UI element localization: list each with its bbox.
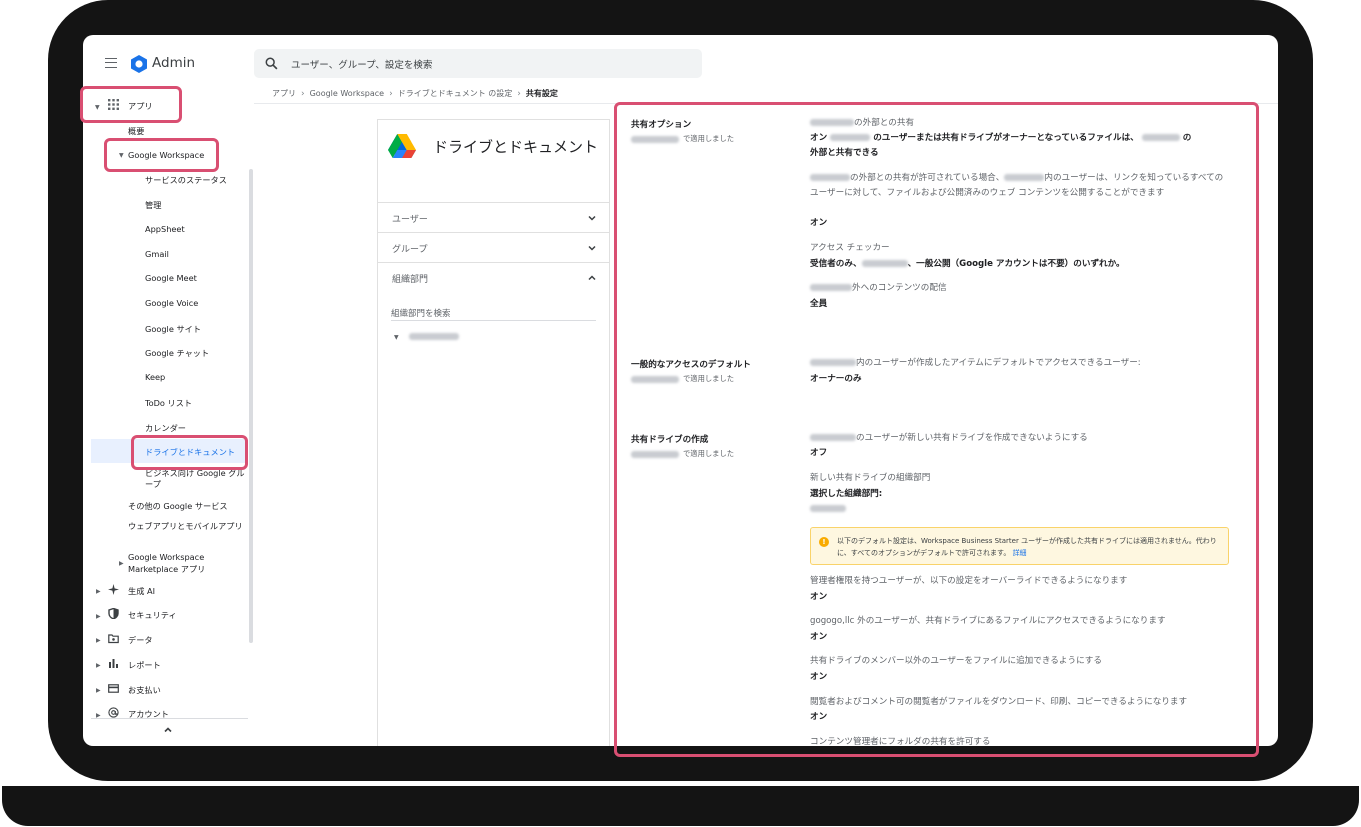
search-input[interactable]: ユーザー、グループ、設定を検索 (254, 49, 702, 78)
breadcrumb-separator-icon: › (301, 88, 305, 99)
sidebar-item-todo[interactable]: ToDo リスト (145, 397, 192, 409)
caret-right-icon[interactable]: ▶ (96, 687, 101, 694)
redacted-org-name[interactable] (409, 333, 459, 340)
sidebar-item-billing[interactable]: お支払い (128, 684, 161, 696)
app-title: Admin (152, 55, 196, 71)
highlight-drive-docs (131, 435, 248, 470)
sidebar-item-other-services[interactable]: その他の Google サービス (128, 500, 228, 512)
sidebar-item-gmail[interactable]: Gmail (145, 249, 169, 259)
breadcrumb-current: 共有設定 (525, 89, 558, 98)
breadcrumb-separator-icon: › (517, 88, 521, 99)
panel-row-groups[interactable]: グループ (378, 232, 609, 262)
sidebar-item-data[interactable]: データ (128, 634, 153, 646)
caret-right-icon[interactable]: ▶ (119, 560, 124, 567)
panel-row-groups-label: グループ (392, 245, 428, 255)
sidebar-item-overview[interactable]: 概要 (128, 125, 144, 137)
google-drive-logo-icon (388, 134, 416, 158)
caret-right-icon[interactable]: ▶ (96, 637, 101, 644)
caret-right-icon[interactable]: ▶ (96, 588, 101, 595)
chevron-up-icon (588, 275, 596, 281)
chevron-down-icon (588, 215, 596, 221)
breadcrumb: アプリ › Google Workspace › ドライブとドキュメント の設定… (272, 88, 558, 99)
sidebar-bottom-divider (91, 718, 248, 719)
caret-right-icon[interactable]: ▶ (96, 613, 101, 620)
search-icon (265, 57, 278, 70)
sidebar-scrollbar[interactable] (249, 169, 253, 643)
at-sign-icon (108, 707, 119, 718)
drive-panel-title: ドライブとドキュメント (433, 138, 599, 156)
highlight-apps (80, 86, 182, 123)
sidebar-item-calendar[interactable]: カレンダー (145, 422, 186, 434)
caret-right-icon[interactable]: ▶ (96, 662, 101, 669)
highlight-sharing-settings (614, 102, 1259, 757)
shield-icon (108, 608, 119, 619)
bar-chart-icon (109, 659, 118, 668)
sidebar-item-business-groups[interactable]: ビジネス向け Google グループ (145, 468, 245, 490)
sidebar-item-appsheet[interactable]: AppSheet (145, 224, 185, 234)
search-placeholder: ユーザー、グループ、設定を検索 (291, 60, 433, 71)
sidebar-item-management[interactable]: 管理 (145, 199, 161, 211)
sidebar-item-google-voice[interactable]: Google Voice (145, 298, 198, 308)
sidebar-item-google-meet[interactable]: Google Meet (145, 273, 197, 283)
breadcrumb-apps[interactable]: アプリ (272, 88, 296, 99)
laptop-base (2, 786, 1359, 826)
highlight-google-workspace (104, 138, 219, 172)
sidebar-item-web-mobile-apps[interactable]: ウェブアプリとモバイルアプリ (128, 520, 243, 532)
chevron-up-icon[interactable] (163, 725, 173, 735)
panel-row-users[interactable]: ユーザー (378, 202, 609, 232)
sidebar-item-google-chat[interactable]: Google チャット (145, 347, 209, 359)
caret-down-icon[interactable]: ▼ (394, 334, 399, 341)
panel-row-users-label: ユーザー (392, 215, 428, 225)
sidebar-item-reports[interactable]: レポート (128, 659, 161, 671)
panel-row-org-units-label: 組織部門 (392, 275, 429, 285)
folder-data-icon (108, 634, 119, 644)
sparkle-icon (108, 584, 119, 595)
hamburger-menu-icon[interactable] (105, 58, 117, 68)
sidebar-item-service-status[interactable]: サービスのステータス (145, 174, 227, 186)
admin-logo-icon (131, 55, 147, 73)
org-unit-search-input[interactable]: 組織部門を検索 (391, 307, 596, 321)
breadcrumb-separator-icon: › (389, 88, 393, 99)
drive-docs-panel: ドライブとドキュメント ユーザー グループ 組織部門 組織部門を検索 ▼ (377, 119, 610, 746)
credit-card-icon (108, 684, 119, 693)
sidebar-item-keep[interactable]: Keep (145, 372, 165, 382)
chevron-down-icon (588, 245, 596, 251)
sidebar-item-google-sites[interactable]: Google サイト (145, 323, 201, 335)
panel-row-org-units[interactable]: 組織部門 (378, 262, 609, 292)
breadcrumb-workspace[interactable]: Google Workspace (310, 89, 384, 98)
sidebar-item-security[interactable]: セキュリティ (128, 609, 177, 621)
sidebar-nav: ▼ アプリ 概要 ▼ Google Workspace サービスのステータス 管… (83, 92, 253, 746)
breadcrumb-drive-settings[interactable]: ドライブとドキュメント の設定 (398, 88, 513, 99)
sidebar-item-gen-ai[interactable]: 生成 AI (128, 585, 155, 597)
sidebar-item-marketplace[interactable]: Google Workspace Marketplace アプリ (128, 551, 228, 575)
